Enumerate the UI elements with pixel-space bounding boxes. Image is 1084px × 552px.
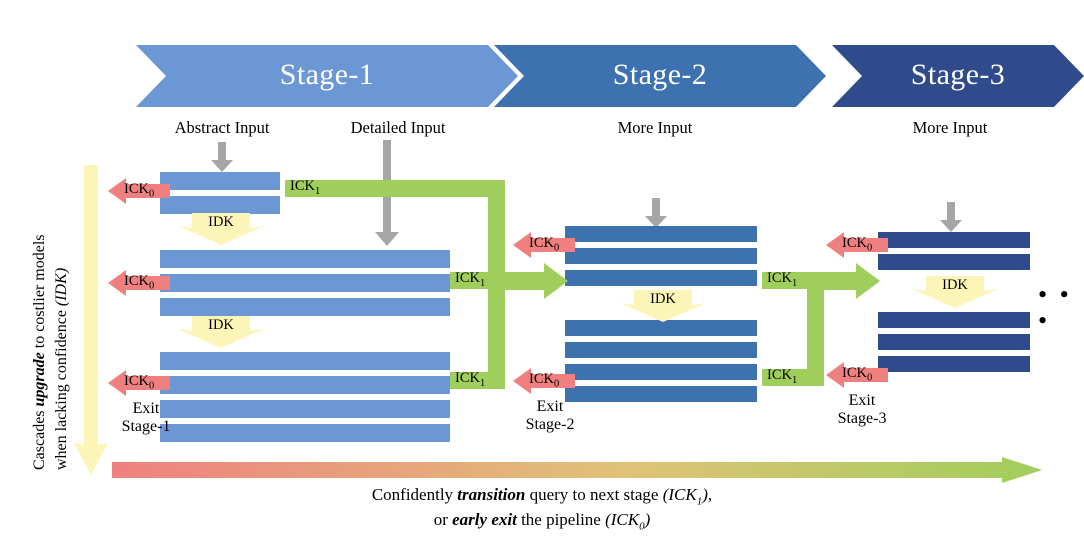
ick0-label: ICK0 [124, 272, 155, 292]
input-label: More Input [912, 118, 988, 137]
ick1-label: ICK1 [290, 178, 321, 198]
stage-2-title: Stage-2 [612, 58, 708, 91]
ick0-arrow-stage2-model2: ICK0 [513, 368, 575, 394]
ick1-tag-stage2-model2: ICK1 [762, 367, 806, 387]
input-label: Detailed Input [350, 118, 446, 137]
stage-3-model-2-bar [878, 356, 1030, 372]
ick1-tag-stage1-model2: ICK1 [450, 270, 490, 290]
stage-2-model-2-bar [565, 364, 757, 380]
ick0-arrow-stage1-model3: ICK0 [108, 370, 170, 396]
exit-line-2: Stage-3 [837, 409, 887, 427]
ick0-arrow-stage3-model1: ICK0 [826, 232, 888, 258]
continuation-ellipsis: • • • [1038, 280, 1072, 335]
input-caption-more-3: More Input [870, 118, 1030, 138]
input-caption-abstract: Abstract Input [142, 118, 302, 138]
ick0-label: ICK0 [529, 234, 560, 254]
idk-arrow-stage2: IDK [620, 290, 706, 322]
exit-label-stage-2: Exit Stage-2 [500, 398, 600, 434]
stage-2-model-1-bar [565, 270, 757, 286]
stage-2-model-1-bar [565, 226, 757, 242]
stage-1-model-1-bar [160, 196, 280, 214]
input-label: Abstract Input [174, 118, 270, 137]
ick1-label: ICK1 [767, 270, 798, 290]
stage-1-model-2-bar [160, 298, 450, 316]
stage-2-model-2-bar [565, 342, 757, 358]
idk-label: IDK [208, 317, 234, 333]
ick0-label: ICK0 [124, 180, 155, 200]
stage-3-model-1-bar [878, 254, 1030, 270]
stage-3-title: Stage-3 [910, 58, 1006, 91]
side-caption-emph: (IDK) [53, 267, 70, 307]
stage-1-model-3-bar [160, 400, 450, 418]
side-caption-text: to costlier models [31, 234, 48, 353]
stage-3-model-2-bar [878, 334, 1030, 350]
ick1-tag-stage1-model1: ICK1 [285, 178, 351, 198]
bottom-caption: Confidently transition query to next sta… [0, 484, 1084, 534]
input-label: More Input [617, 118, 693, 137]
green-arrow-s1-to-s2 [500, 263, 568, 304]
ick1-label: ICK1 [455, 270, 486, 290]
bottom-caption-line-1: Confidently transition query to next sta… [371, 485, 713, 508]
side-caption-emph: upgrade [31, 352, 48, 407]
idk-label: IDK [942, 277, 968, 293]
ick0-label: ICK0 [529, 370, 560, 390]
exit-line-1: Exit [536, 398, 564, 415]
ick1-tag-stage2-model1: ICK1 [762, 270, 806, 290]
exit-label-stage-3: Exit Stage-3 [812, 392, 912, 428]
stage-1-model-2-bar [160, 250, 450, 268]
bottom-caption-line-2: or early exit the pipeline (ICK0) [433, 510, 651, 533]
ick0-label: ICK0 [842, 234, 873, 254]
stage-1-model-3-bar [160, 352, 450, 370]
idk-arrow-stage1-2: IDK [178, 316, 264, 348]
ick0-arrow-stage1-model1: ICK0 [108, 178, 170, 204]
idk-label: IDK [208, 214, 234, 230]
stage-1-banner-label: Stage-1 [136, 45, 518, 107]
stage-1-model-3-bar [160, 424, 450, 442]
exit-line-1: Exit [848, 392, 876, 409]
stage-1-model-2-bar [160, 274, 450, 292]
idk-arrow-stage3: IDK [912, 276, 998, 308]
green-arrow-s2-to-s3 [818, 263, 880, 304]
stage-1-model-3-bar [160, 376, 450, 394]
idk-arrow-stage1-1: IDK [178, 213, 264, 245]
exit-line-1: Exit [132, 400, 160, 417]
figure-root: Stage-1 Stage-2 Stage-3 Abstract Input D… [0, 0, 1084, 552]
exit-line-2: Stage-2 [525, 415, 575, 433]
side-caption-line-2: when lacking confidence (IDK) [52, 268, 73, 470]
upgrade-yellow-arrow [74, 165, 108, 480]
idk-label: IDK [650, 291, 676, 307]
stage-2-model-1-bar [565, 248, 757, 264]
stage-1-title: Stage-1 [279, 58, 375, 91]
input-caption-more-2: More Input [575, 118, 735, 138]
ick0-label: ICK0 [124, 372, 155, 392]
stage-1-model-1-bar [160, 172, 280, 190]
side-caption-text: when lacking confidence [53, 306, 70, 470]
stage-3-banner-label: Stage-3 [832, 45, 1084, 107]
input-caption-detailed: Detailed Input [318, 118, 478, 138]
ick0-arrow-stage2-model1: ICK0 [513, 232, 575, 258]
ick1-label: ICK1 [767, 367, 798, 387]
stage-3-model-2-bar [878, 312, 1030, 328]
ick0-arrow-stage1-model2: ICK0 [108, 270, 170, 296]
side-caption-text: Cascades [31, 406, 48, 470]
ick1-tag-stage1-model3: ICK1 [450, 370, 490, 390]
stage-2-model-2-bar [565, 320, 757, 336]
stage-3-model-1-bar [878, 232, 1030, 248]
side-caption-line-1: Cascades upgrade to costlier models [30, 234, 51, 470]
ick1-label: ICK1 [455, 370, 486, 390]
ick0-label: ICK0 [842, 364, 873, 384]
exit-line-2: Stage-1 [121, 417, 171, 435]
stage-2-banner-label: Stage-2 [494, 45, 826, 107]
exit-label-stage-1: Exit Stage-1 [96, 400, 196, 436]
ick0-arrow-stage3-model2: ICK0 [826, 362, 888, 388]
